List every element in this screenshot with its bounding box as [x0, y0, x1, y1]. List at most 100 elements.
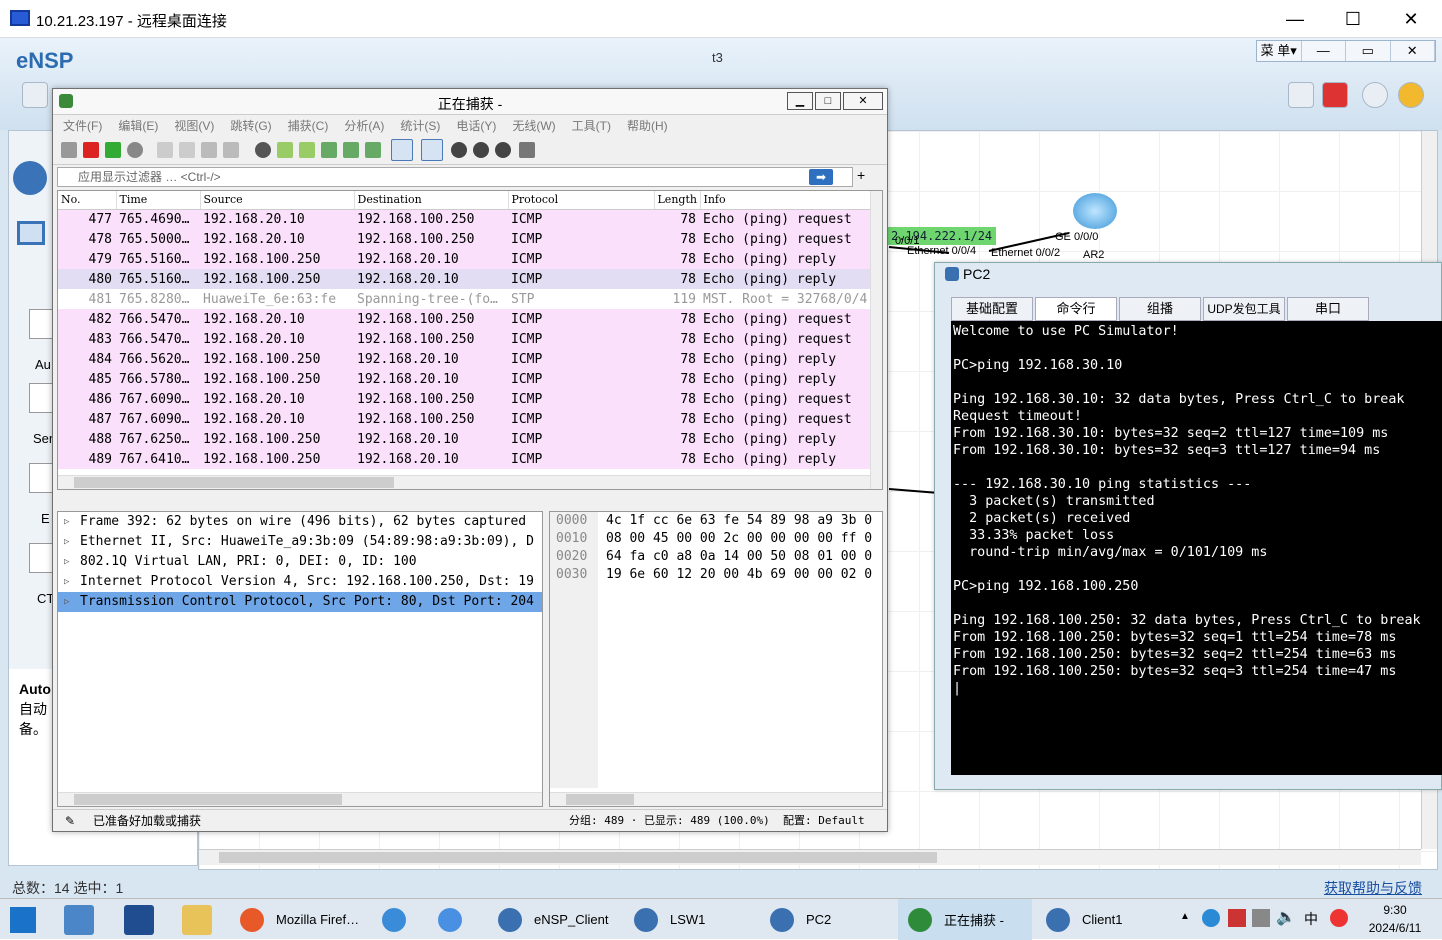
- packet-list-hscroll[interactable]: [58, 475, 870, 489]
- packet-row[interactable]: 488 767.6250… 192.168.100.250 192.168.20.10…: [58, 429, 870, 449]
- packet-row[interactable]: 484 766.5620… 192.168.100.250 192.168.20.10…: [58, 349, 870, 369]
- rdp-maximize-button[interactable]: ☐: [1324, 0, 1382, 38]
- packet-list-hscroll-thumb[interactable]: [74, 477, 394, 488]
- taskbar-item[interactable]: Client1: [1036, 899, 1170, 940]
- start-windows-icon[interactable]: [10, 907, 36, 933]
- first-packet-icon[interactable]: [343, 142, 359, 158]
- packet-row[interactable]: 485 766.5780… 192.168.100.250 192.168.20.10…: [58, 369, 870, 389]
- taskbar-item[interactable]: PC2: [760, 899, 894, 940]
- ensp-menu-button[interactable]: 菜 单▾: [1257, 41, 1302, 61]
- help-icon[interactable]: [1398, 82, 1424, 108]
- packet-bytes[interactable]: 0000 0010 0020 0030 4c 1f cc 6e 63 fe 54…: [549, 511, 883, 807]
- bytes-hscroll-thumb[interactable]: [566, 794, 634, 805]
- ensp-minimize-button[interactable]: —: [1302, 41, 1346, 61]
- taskbar-item[interactable]: 正在捕获 -: [898, 899, 1032, 940]
- status-profile[interactable]: 配置: Default: [783, 810, 865, 832]
- packet-list-vscroll[interactable]: [870, 191, 882, 489]
- go-forward-icon[interactable]: [299, 142, 315, 158]
- menu-statistics[interactable]: 统计(S): [400, 115, 440, 137]
- file-explorer-icon[interactable]: [182, 905, 212, 935]
- autoscroll-icon[interactable]: [391, 139, 413, 161]
- menu-edit[interactable]: 编辑(E): [118, 115, 158, 137]
- col-source[interactable]: Source: [200, 191, 355, 210]
- details-hscroll[interactable]: [58, 792, 542, 806]
- display-filter-input[interactable]: 应用显示过滤器 … <Ctrl-/>: [57, 167, 853, 187]
- packet-details[interactable]: Frame 392: 62 bytes on wire (496 bits), …: [57, 511, 543, 807]
- menu-help[interactable]: 帮助(H): [627, 115, 668, 137]
- detail-ethernet[interactable]: Ethernet II, Src: HuaweiTe_a9:3b:09 (54:…: [58, 532, 542, 552]
- save-file-icon[interactable]: [179, 142, 195, 158]
- details-hscroll-thumb[interactable]: [74, 794, 342, 805]
- taskbar-item[interactable]: LSW1: [624, 899, 758, 940]
- clock-date[interactable]: 2024/6/11: [1364, 921, 1426, 935]
- go-to-packet-icon[interactable]: [321, 142, 337, 158]
- tab-multicast[interactable]: 组播: [1119, 297, 1201, 321]
- packet-row[interactable]: 478 765.5000… 192.168.20.10 192.168.100.250…: [58, 229, 870, 249]
- zoom-out-icon[interactable]: [473, 142, 489, 158]
- go-back-icon[interactable]: [277, 142, 293, 158]
- chat-icon[interactable]: [1288, 82, 1314, 108]
- packet-row[interactable]: 479 765.5160… 192.168.100.250 192.168.20.10…: [58, 249, 870, 269]
- tab-basic-config[interactable]: 基础配置: [951, 297, 1033, 321]
- zoom-in-icon[interactable]: [451, 142, 467, 158]
- canvas-horizontal-scrollbar[interactable]: [199, 849, 1421, 865]
- menu-wireless[interactable]: 无线(W): [512, 115, 555, 137]
- menu-go[interactable]: 跳转(G): [230, 115, 271, 137]
- show-hidden-icons[interactable]: ▲: [1180, 911, 1190, 922]
- bytes-hscroll[interactable]: [550, 792, 882, 806]
- rdp-close-button[interactable]: ✕: [1382, 0, 1440, 38]
- clock-time[interactable]: 9:30: [1366, 903, 1424, 917]
- router-icon[interactable]: [13, 161, 47, 195]
- packet-row[interactable]: 483 766.5470… 192.168.20.10 192.168.100.250…: [58, 329, 870, 349]
- help-feedback-link[interactable]: 获取帮助与反馈: [1324, 878, 1422, 898]
- packet-row[interactable]: 487 767.6090… 192.168.20.10 192.168.100.250…: [58, 409, 870, 429]
- packet-row[interactable]: 481 765.8280… HuaweiTe_6e:63:fe Spanning-tr…: [58, 289, 870, 309]
- pc2-terminal[interactable]: Welcome to use PC Simulator! PC>ping 192…: [951, 321, 1442, 775]
- open-file-icon[interactable]: [157, 142, 173, 158]
- taskbar-item[interactable]: [372, 899, 428, 940]
- volume-icon[interactable]: 🔈: [1276, 907, 1296, 927]
- detail-vlan[interactable]: 802.1Q Virtual LAN, PRI: 0, DEI: 0, ID: …: [58, 552, 542, 572]
- taskbar-item[interactable]: Mozilla Firef…: [230, 899, 370, 940]
- packet-row[interactable]: 480 765.5160… 192.168.100.250 192.168.20.10…: [58, 269, 870, 289]
- zoom-normal-icon[interactable]: [495, 142, 511, 158]
- menu-telephony[interactable]: 电话(Y): [456, 115, 496, 137]
- packet-row[interactable]: 482 766.5470… 192.168.20.10 192.168.100.250…: [58, 309, 870, 329]
- menu-file[interactable]: 文件(F): [63, 115, 102, 137]
- colorize-icon[interactable]: [421, 139, 443, 161]
- ime-indicator[interactable]: 中: [1304, 909, 1318, 929]
- menu-capture[interactable]: 捕获(C): [288, 115, 329, 137]
- detail-frame[interactable]: Frame 392: 62 bytes on wire (496 bits), …: [58, 512, 542, 532]
- taskbar-item[interactable]: [428, 899, 484, 940]
- col-time[interactable]: Time: [116, 191, 201, 210]
- sogou-ime-icon[interactable]: [1330, 909, 1348, 927]
- packet-row[interactable]: 486 767.6090… 192.168.20.10 192.168.100.250…: [58, 389, 870, 409]
- menu-view[interactable]: 视图(V): [174, 115, 214, 137]
- detail-ipv4[interactable]: Internet Protocol Version 4, Src: 192.16…: [58, 572, 542, 592]
- col-no[interactable]: No.: [58, 191, 117, 210]
- col-destination[interactable]: Destination: [354, 191, 509, 210]
- powershell-icon[interactable]: [124, 905, 154, 935]
- taskbar-item[interactable]: eNSP_Client: [488, 899, 620, 940]
- router-ar2-icon[interactable]: [1073, 193, 1117, 229]
- menu-analyze[interactable]: 分析(A): [344, 115, 384, 137]
- last-packet-icon[interactable]: [365, 142, 381, 158]
- settings-gear-icon[interactable]: [1362, 82, 1388, 108]
- close-file-icon[interactable]: [201, 142, 217, 158]
- col-info[interactable]: Info: [700, 191, 871, 210]
- tab-command-line[interactable]: 命令行: [1035, 297, 1117, 321]
- apply-filter-arrow-icon[interactable]: ➡: [809, 169, 833, 185]
- tab-udp-tool[interactable]: UDP发包工具: [1203, 297, 1285, 321]
- rdp-minimize-button[interactable]: —: [1266, 0, 1324, 38]
- capture-options-icon[interactable]: [127, 142, 143, 158]
- tab-serial[interactable]: 串口: [1287, 297, 1369, 321]
- ensp-close-button[interactable]: ✕: [1391, 41, 1435, 61]
- server-manager-icon[interactable]: [64, 905, 94, 935]
- huawei-logo-icon[interactable]: [1322, 82, 1348, 108]
- pc-icon[interactable]: [17, 221, 45, 245]
- packet-list[interactable]: No. Time Source Destination Protocol Len…: [57, 190, 883, 490]
- stop-capture-icon[interactable]: [83, 142, 99, 158]
- reload-icon[interactable]: [223, 142, 239, 158]
- display-tray-icon[interactable]: [1252, 909, 1270, 927]
- menu-tools[interactable]: 工具(T): [572, 115, 611, 137]
